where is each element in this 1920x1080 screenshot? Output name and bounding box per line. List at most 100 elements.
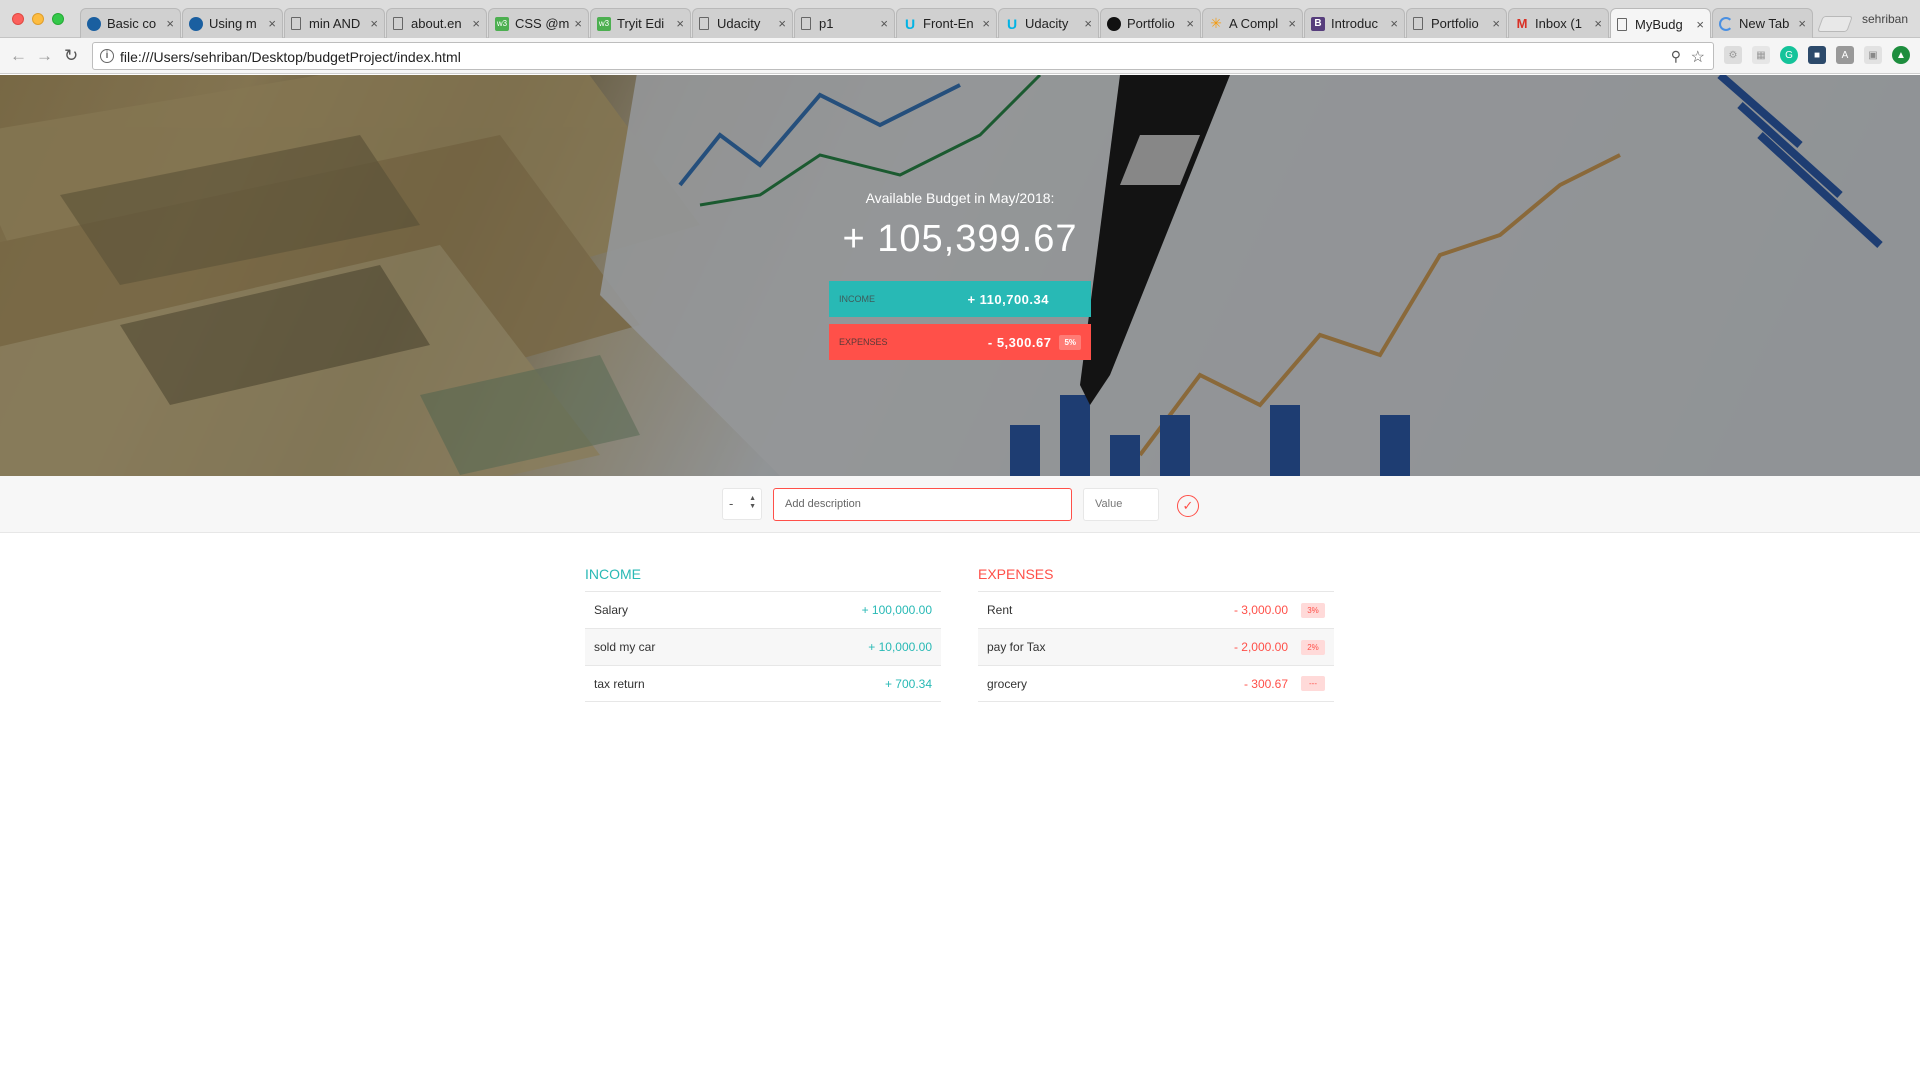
browser-tab[interactable]: Basic co × <box>80 8 181 38</box>
expenses-list: Expenses Rent - 3,000.00 3% pay for Tax - 2,… <box>978 566 1334 702</box>
browser-tab[interactable]: p1 × <box>794 8 895 38</box>
document-icon <box>699 17 709 30</box>
browser-tab[interactable]: New Tab × <box>1712 8 1813 38</box>
extension-icon[interactable]: ▲ <box>1892 46 1910 64</box>
item-percentage: --- <box>1301 676 1325 691</box>
tab-title: New Tab <box>1739 16 1790 31</box>
item-description: sold my car <box>594 640 656 654</box>
new-tab-button[interactable] <box>1817 16 1853 32</box>
tab-title: Introduc <box>1331 16 1378 31</box>
close-tab-icon[interactable]: × <box>166 16 174 31</box>
close-tab-icon[interactable]: × <box>1084 16 1092 31</box>
income-list: Income Salary + 100,000.00 sold my car + 10… <box>585 566 941 702</box>
close-tab-icon[interactable]: × <box>472 16 480 31</box>
tab-strip: Basic co × Using m × min AND × about.en × w3 CSS … <box>0 0 1920 39</box>
browser-tab[interactable]: about.en × <box>386 8 487 38</box>
close-tab-icon[interactable]: × <box>982 16 990 31</box>
budget-page: Available Budget in May/2018: + 105,399.… <box>0 75 1920 1080</box>
expenses-title: Expenses <box>978 566 1054 582</box>
close-tab-icon[interactable]: × <box>676 16 684 31</box>
close-window-button[interactable] <box>12 13 24 25</box>
extension-icon[interactable]: A <box>1836 46 1854 64</box>
expense-item[interactable]: Rent - 3,000.00 3% <box>978 591 1334 628</box>
close-tab-icon[interactable]: × <box>1798 16 1806 31</box>
budget-title: Available Budget in May/2018: <box>865 190 1055 206</box>
reload-icon[interactable]: ↻ <box>64 46 78 66</box>
close-tab-icon[interactable]: × <box>1288 16 1296 31</box>
bookmark-star-icon[interactable]: ☆ <box>1691 47 1705 67</box>
tab-title: Inbox (1 <box>1535 16 1582 31</box>
udacity-icon: U <box>904 15 916 32</box>
item-value: + 700.34 <box>884 676 932 691</box>
browser-toolbar: ← → ↻ i file:///Users/sehriban/Desktop/b… <box>0 38 1920 74</box>
info-icon[interactable]: i <box>100 49 114 63</box>
browser-tab[interactable]: Udacity × <box>692 8 793 38</box>
budget-summary: Available Budget in May/2018: + 105,399.… <box>760 190 1160 261</box>
close-tab-icon[interactable]: × <box>1492 16 1500 31</box>
zoom-icon[interactable]: ⚲ <box>1671 48 1681 65</box>
select-arrows-icon: ▲ ▼ <box>749 495 756 510</box>
browser-tab[interactable]: U Udacity × <box>998 8 1099 38</box>
item-description: pay for Tax <box>987 640 1046 654</box>
browser-tab[interactable]: Portfolio × <box>1100 8 1201 38</box>
close-tab-icon[interactable]: × <box>268 16 276 31</box>
close-tab-icon[interactable]: × <box>880 16 888 31</box>
item-description: Rent <box>987 603 1013 617</box>
tab-title: min AND <box>309 16 361 31</box>
close-tab-icon[interactable]: × <box>1390 16 1398 31</box>
address-bar[interactable]: i file:///Users/sehriban/Desktop/budgetP… <box>92 42 1714 70</box>
type-select[interactable]: - ▲ ▼ <box>722 488 762 520</box>
profile-name[interactable]: sehriban <box>1862 12 1908 26</box>
extension-icon[interactable]: ▣ <box>1864 46 1882 64</box>
income-title: Income <box>585 566 641 582</box>
expense-items: Rent - 3,000.00 3% pay for Tax - 2,000.00 2% g… <box>978 591 1334 702</box>
document-icon <box>393 17 403 30</box>
tab-title: Front-En <box>923 16 974 31</box>
close-tab-icon[interactable]: × <box>1594 16 1602 31</box>
browser-tab[interactable]: MyBudg × <box>1610 8 1711 39</box>
browser-tab[interactable]: U Front-En × <box>896 8 997 38</box>
tab-list: Basic co × Using m × min AND × about.en × w3 CSS … <box>80 8 1853 39</box>
type-select-value: - <box>729 496 734 511</box>
extension-icon[interactable]: ▦ <box>1752 46 1770 64</box>
browser-tab[interactable]: ✳ A Compl × <box>1202 8 1303 38</box>
forward-arrow-icon[interactable]: → <box>36 46 53 66</box>
star-icon: ✳ <box>1210 15 1222 31</box>
zoom-window-button[interactable] <box>52 13 64 25</box>
browser-tab[interactable]: Portfolio × <box>1406 8 1507 38</box>
item-value: + 100,000.00 <box>861 603 932 617</box>
extension-icon[interactable]: ■ <box>1808 46 1826 64</box>
expenses-value: - 5,300.67 <box>987 334 1052 350</box>
close-tab-icon[interactable]: × <box>778 16 786 31</box>
item-value: + 10,000.00 <box>868 640 932 654</box>
url-text[interactable]: file:///Users/sehriban/Desktop/budgetPro… <box>120 49 461 65</box>
income-value: + 110,700.34 <box>967 291 1049 307</box>
income-item[interactable]: sold my car + 10,000.00 <box>585 628 941 665</box>
tab-title: Basic co <box>107 16 157 31</box>
close-tab-icon[interactable]: × <box>1186 16 1194 31</box>
browser-tab[interactable]: w3 Tryit Edi × <box>590 8 691 38</box>
browser-tab[interactable]: Using m × <box>182 8 283 38</box>
income-item[interactable]: Salary + 100,000.00 <box>585 591 941 628</box>
browser-tab[interactable]: w3 CSS @m × <box>488 8 589 38</box>
browser-tab[interactable]: B Introduc × <box>1304 8 1405 38</box>
close-tab-icon[interactable]: × <box>574 16 582 31</box>
document-icon <box>291 17 301 30</box>
browser-tab[interactable]: min AND × <box>284 8 385 38</box>
minimize-window-button[interactable] <box>32 13 44 25</box>
extension-icon[interactable]: ⚙ <box>1724 46 1742 64</box>
tab-title: MyBudg <box>1635 16 1683 32</box>
grammarly-icon[interactable]: G <box>1780 46 1798 64</box>
value-input[interactable]: Value <box>1083 488 1159 521</box>
close-tab-icon[interactable]: × <box>1696 17 1704 32</box>
back-arrow-icon[interactable]: ← <box>10 46 27 66</box>
browser-tab[interactable]: M Inbox (1 × <box>1508 8 1609 38</box>
item-percentage: 3% <box>1301 602 1325 618</box>
expense-item[interactable]: pay for Tax - 2,000.00 2% <box>978 628 1334 665</box>
close-tab-icon[interactable]: × <box>370 16 378 31</box>
item-percentage: 2% <box>1301 639 1325 655</box>
expense-item[interactable]: grocery - 300.67 --- <box>978 665 1334 702</box>
income-item[interactable]: tax return + 700.34 <box>585 665 941 702</box>
add-checkmark-button[interactable]: ✓ <box>1177 495 1199 517</box>
description-input[interactable]: Add description <box>773 488 1072 521</box>
